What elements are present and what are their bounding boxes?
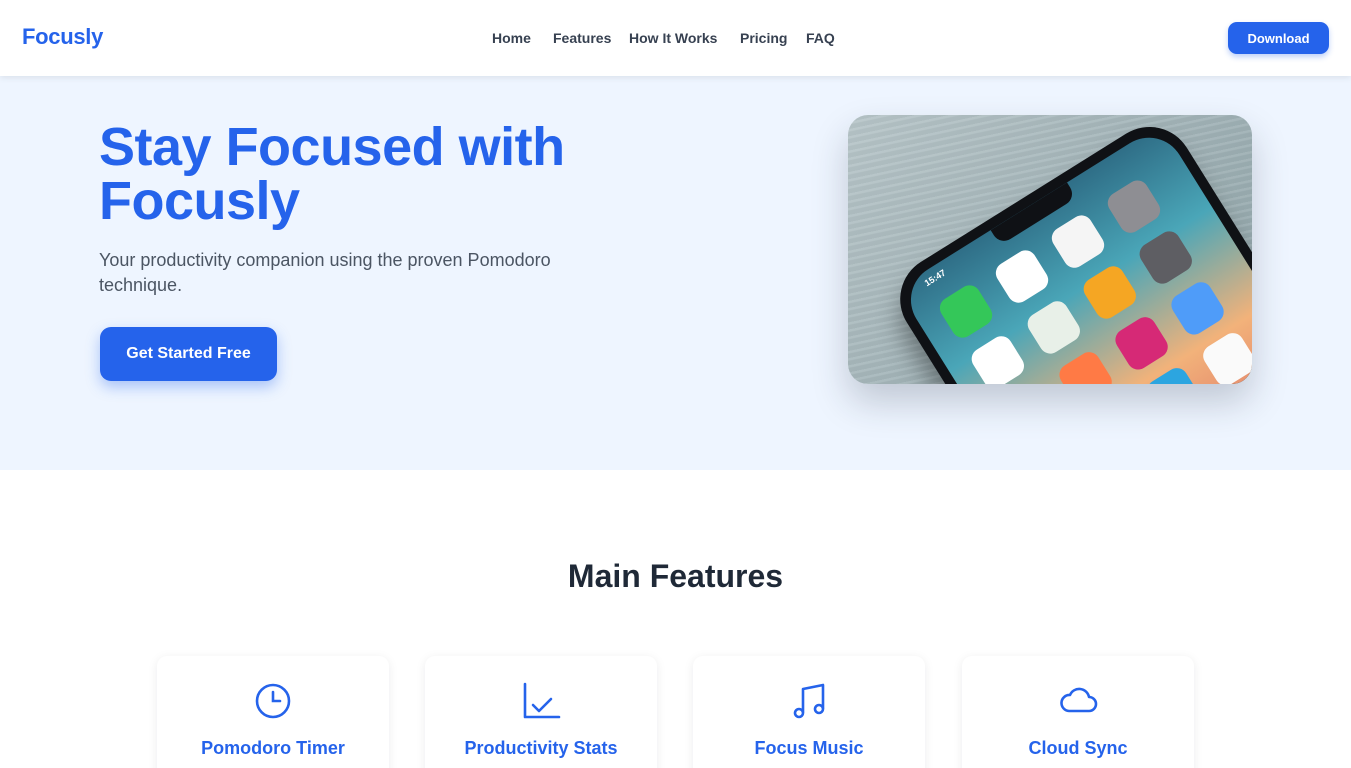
features-title: Main Features xyxy=(567,558,784,594)
flag-app-icon xyxy=(1055,348,1116,384)
feature-card-title: Productivity Stats xyxy=(464,738,618,758)
feature-card-title: Focus Music xyxy=(754,738,864,758)
chart-check-icon xyxy=(425,681,657,721)
nav-features[interactable]: Features xyxy=(553,30,611,46)
assistant-app-icon xyxy=(967,332,1029,384)
nav-pricing[interactable]: Pricing xyxy=(740,30,787,46)
music-note-icon xyxy=(693,681,925,721)
messages-app-icon xyxy=(935,281,997,342)
music-app-icon xyxy=(1199,328,1252,384)
photos-app-icon xyxy=(1047,211,1109,272)
instagram-app-icon xyxy=(1111,313,1172,374)
download-button[interactable]: Download xyxy=(1228,22,1329,54)
messenger-app-icon xyxy=(1167,278,1228,339)
get-started-button[interactable]: Get Started Free xyxy=(100,327,277,381)
hero-phone-image: 15:47 xyxy=(848,115,1252,384)
facebook-app-icon xyxy=(999,382,1060,384)
phone-time: 15:47 xyxy=(922,267,948,289)
hero-title: Stay Focused with Focusly xyxy=(99,117,565,231)
nav-home[interactable]: Home xyxy=(492,30,531,46)
hero-subtitle: Your productivity companion using the pr… xyxy=(99,250,551,295)
feature-card-focus-music: Focus Music xyxy=(693,656,925,768)
feature-card-pomodoro-timer: Pomodoro Timer xyxy=(157,656,389,768)
main-nav: Home Features How It Works Pricing FAQ xyxy=(0,30,1351,50)
site-header: Focusly Home Features How It Works Prici… xyxy=(0,0,1351,76)
feature-card-productivity-stats: Productivity Stats xyxy=(425,656,657,768)
telegram-app-icon xyxy=(1143,363,1204,384)
camera-app-icon xyxy=(1103,176,1165,237)
nav-how-it-works[interactable]: How It Works xyxy=(629,30,717,46)
feature-card-title: Pomodoro Timer xyxy=(201,738,345,758)
cloud-icon xyxy=(962,681,1194,721)
clock-icon xyxy=(157,681,389,721)
fantastical-app-icon xyxy=(991,246,1053,307)
nav-faq[interactable]: FAQ xyxy=(806,30,835,46)
settings-app-icon xyxy=(1135,227,1197,288)
google-maps-app-icon xyxy=(1023,297,1085,358)
feature-card-title: Cloud Sync xyxy=(1028,738,1128,758)
swarm-app-icon xyxy=(1079,262,1141,323)
feature-card-cloud-sync: Cloud Sync xyxy=(962,656,1194,768)
hero-section: Stay Focused with Focusly Your productiv… xyxy=(0,76,1351,470)
